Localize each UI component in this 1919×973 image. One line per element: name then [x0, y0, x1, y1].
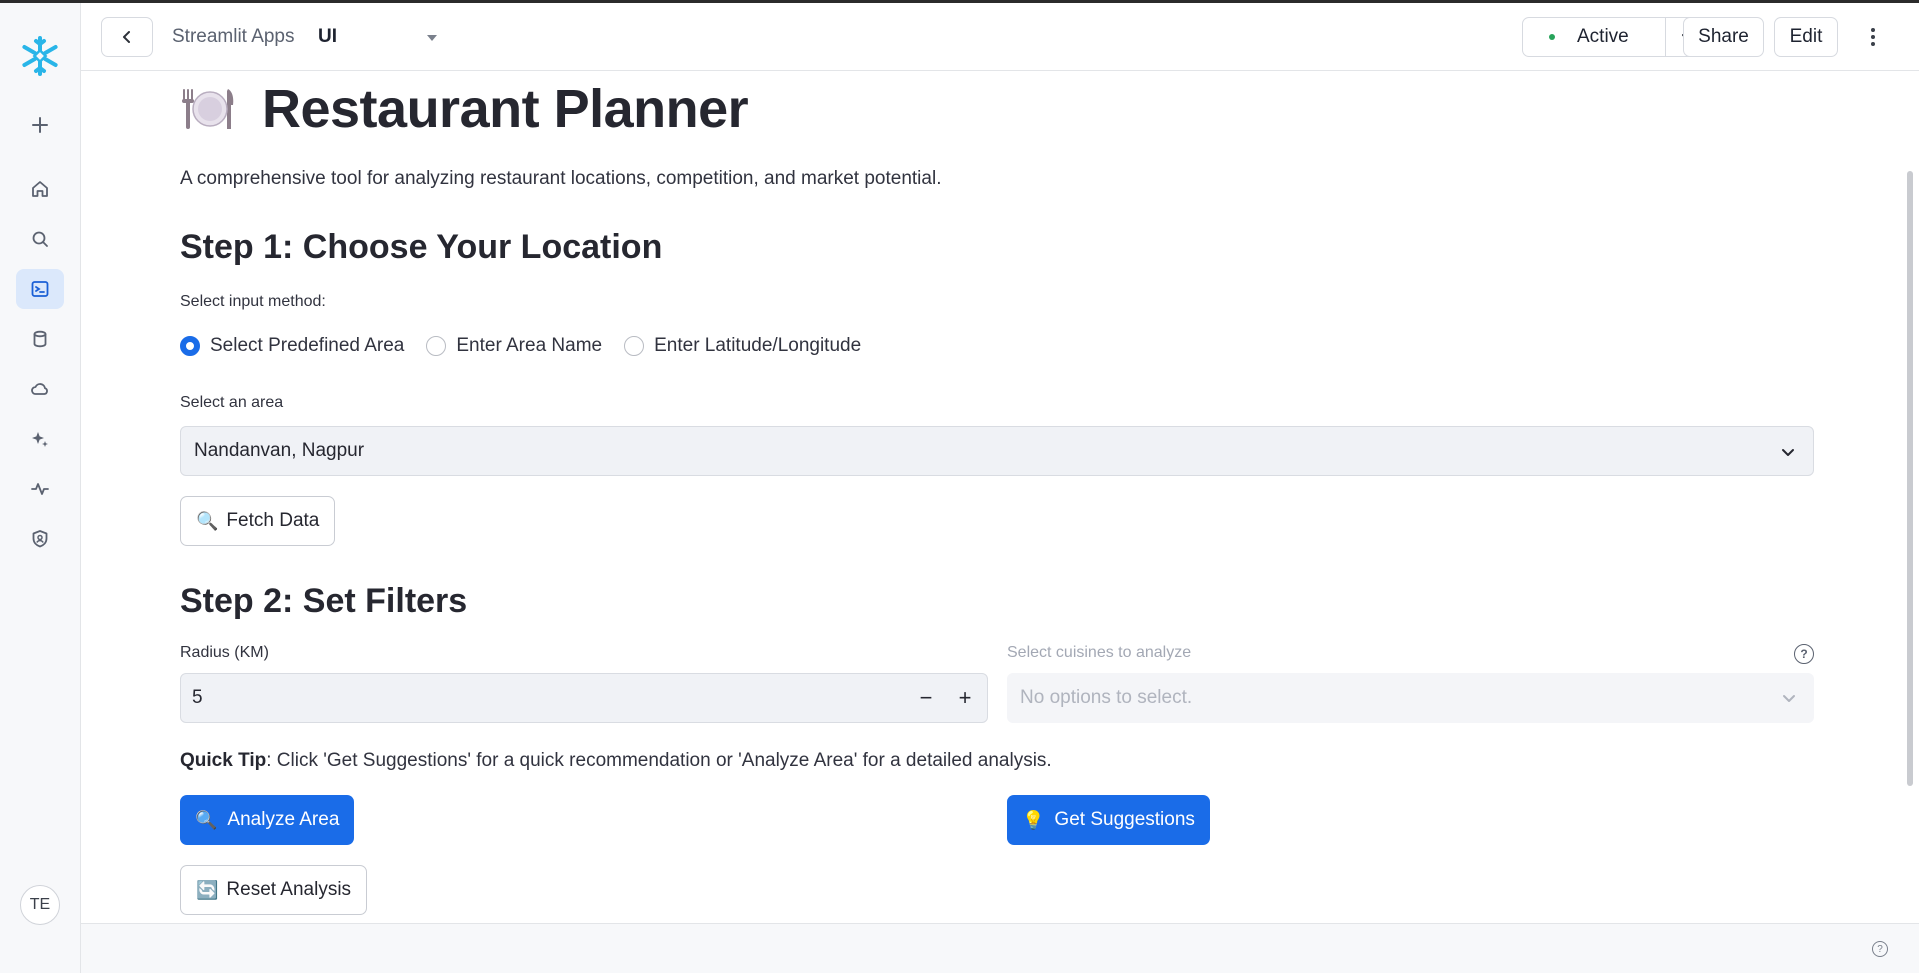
input-method-radio-group: Select Predefined Area Enter Area Name E… — [180, 335, 883, 357]
breadcrumb-parent[interactable]: Streamlit Apps — [172, 26, 295, 48]
back-button[interactable] — [101, 17, 153, 57]
radio-label: Enter Area Name — [456, 335, 603, 356]
radio-lat-long[interactable]: Enter Latitude/Longitude — [624, 335, 861, 357]
quick-tip-text: : Click 'Get Suggestions' for a quick re… — [266, 750, 1052, 771]
footer-bar: ? — [81, 923, 1919, 973]
radio-area-name[interactable]: Enter Area Name — [426, 335, 602, 357]
activity-icon[interactable] — [16, 469, 64, 509]
refresh-icon: 🔄 — [196, 879, 219, 900]
cloud-icon[interactable] — [16, 369, 64, 409]
plus-icon[interactable] — [16, 105, 64, 145]
radius-value: 5 — [192, 687, 203, 708]
radio-predefined-area[interactable]: Select Predefined Area — [180, 335, 404, 357]
help-icon[interactable]: ? — [1872, 941, 1888, 957]
title-row: Restaurant Planner — [180, 78, 749, 140]
get-suggestions-label: Get Suggestions — [1054, 809, 1195, 830]
status-label: Active — [1577, 26, 1629, 47]
quick-tip: Quick Tip: Click 'Get Suggestions' for a… — [180, 750, 1052, 772]
page-subtitle: A comprehensive tool for analyzing resta… — [180, 168, 942, 189]
radio-label: Select Predefined Area — [210, 335, 405, 356]
reset-analysis-button[interactable]: 🔄 Reset Analysis — [180, 865, 368, 915]
magnifier-icon: 🔍 — [195, 809, 218, 830]
snowflake-logo-icon[interactable] — [17, 33, 63, 79]
magnifier-icon: 🔍 — [196, 510, 219, 531]
status-selector[interactable]: Active — [1522, 17, 1710, 57]
fetch-data-button[interactable]: 🔍 Fetch Data — [180, 496, 336, 546]
page-title: Restaurant Planner — [262, 79, 749, 139]
chevron-down-icon — [1782, 449, 1794, 456]
user-avatar[interactable]: TE — [20, 885, 60, 925]
home-icon[interactable] — [16, 169, 64, 209]
breadcrumb-current[interactable]: UI — [318, 26, 337, 48]
cuisines-label: Select cuisines to analyze — [1007, 644, 1192, 661]
light-bulb-icon: 💡 — [1022, 809, 1045, 830]
edit-button[interactable]: Edit — [1774, 17, 1838, 57]
area-select-value: Nandanvan, Nagpur — [194, 440, 365, 461]
help-icon[interactable]: ? — [1794, 644, 1814, 664]
database-icon[interactable] — [16, 319, 64, 359]
cuisines-placeholder: No options to select. — [1020, 687, 1193, 708]
shield-icon[interactable] — [16, 519, 64, 559]
step2-heading: Step 2: Set Filters — [180, 582, 468, 620]
cuisines-multiselect[interactable]: No options to select. — [1007, 673, 1814, 723]
radio-label: Enter Latitude/Longitude — [654, 335, 862, 356]
search-icon[interactable] — [16, 219, 64, 259]
radio-unchecked-icon — [624, 336, 645, 356]
analyze-area-label: Analyze Area — [227, 809, 340, 830]
left-sidebar: TE — [0, 3, 81, 973]
status-dot-icon — [1549, 34, 1555, 40]
step1-heading: Step 1: Choose Your Location — [180, 228, 663, 266]
sparkle-icon[interactable] — [16, 419, 64, 459]
fetch-data-label: Fetch Data — [226, 510, 320, 531]
increment-button[interactable]: + — [955, 685, 975, 710]
analyze-area-button[interactable]: 🔍 Analyze Area — [180, 795, 355, 845]
quick-tip-bold: Quick Tip — [180, 750, 267, 771]
decrement-button[interactable]: − — [916, 685, 936, 710]
radio-unchecked-icon — [426, 336, 447, 356]
caret-down-icon[interactable] — [427, 35, 437, 41]
reset-analysis-label: Reset Analysis — [226, 879, 352, 900]
plate-cutlery-icon — [182, 89, 234, 129]
vertical-scrollbar[interactable] — [1907, 171, 1913, 786]
radius-label: Radius (KM) — [180, 644, 269, 661]
area-select[interactable]: Nandanvan, Nagpur — [180, 426, 1814, 476]
chevron-left-icon — [123, 31, 130, 43]
share-button[interactable]: Share — [1683, 17, 1764, 57]
chevron-down-icon — [1783, 695, 1795, 702]
status-button[interactable]: Active — [1523, 18, 1666, 56]
radio-checked-icon — [180, 336, 200, 356]
app-main: Restaurant Planner A comprehensive tool … — [81, 71, 1919, 923]
area-select-label: Select an area — [180, 394, 284, 411]
input-method-label: Select input method: — [180, 293, 326, 310]
get-suggestions-button[interactable]: 💡 Get Suggestions — [1007, 795, 1210, 845]
radius-number-input[interactable]: 5 − + — [180, 673, 988, 723]
more-options-icon[interactable] — [1863, 23, 1883, 51]
terminal-icon[interactable] — [16, 269, 64, 309]
app-header: Streamlit Apps UI Active Share Edit — [81, 3, 1919, 71]
